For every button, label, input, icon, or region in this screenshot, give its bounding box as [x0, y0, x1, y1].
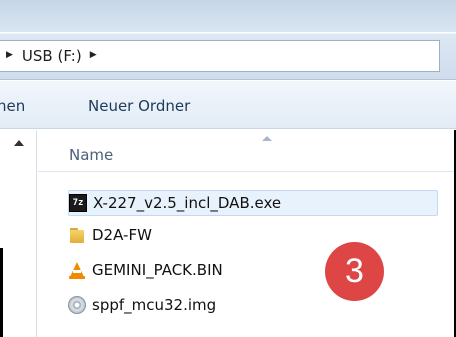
file-name: D2A-FW	[92, 226, 152, 244]
chevron-right-icon[interactable]: ▶	[90, 50, 97, 60]
scroll-up-arrow-icon[interactable]	[14, 140, 24, 146]
folder-icon	[68, 226, 86, 244]
list-item[interactable]: D2A-FW	[68, 222, 152, 248]
file-name: sppf_mcu32.img	[92, 296, 217, 314]
sort-ascending-icon	[262, 136, 272, 141]
new-folder-button[interactable]: Neuer Ordner	[88, 97, 190, 115]
file-name: X-227_v2.5_incl_DAB.exe	[93, 194, 282, 212]
disc-image-icon	[68, 296, 86, 314]
list-item[interactable]: sppf_mcu32.img	[68, 292, 216, 318]
list-item[interactable]: 7z X-227_v2.5_incl_DAB.exe	[68, 190, 438, 216]
window-title-bar	[0, 0, 456, 32]
chevron-right-icon[interactable]: ▶	[6, 50, 13, 60]
list-item[interactable]: GEMINI_PACK.BIN	[68, 257, 223, 283]
command-bar: nen Neuer Ordner	[0, 81, 456, 129]
file-name: GEMINI_PACK.BIN	[92, 261, 223, 279]
address-bar: ▶ USB (F:) ▶	[0, 33, 456, 80]
column-header-name[interactable]: Name	[69, 146, 113, 164]
column-header: Name	[38, 130, 456, 172]
7zip-icon: 7z	[69, 194, 87, 212]
navigation-pane	[0, 130, 37, 337]
step-number-badge: 3	[325, 242, 384, 301]
address-field[interactable]: ▶ USB (F:) ▶	[0, 40, 440, 72]
divider	[0, 248, 3, 337]
toolbar-button-partial[interactable]: nen	[0, 97, 25, 115]
address-path[interactable]: USB (F:)	[22, 47, 82, 65]
vlc-icon	[68, 261, 86, 279]
